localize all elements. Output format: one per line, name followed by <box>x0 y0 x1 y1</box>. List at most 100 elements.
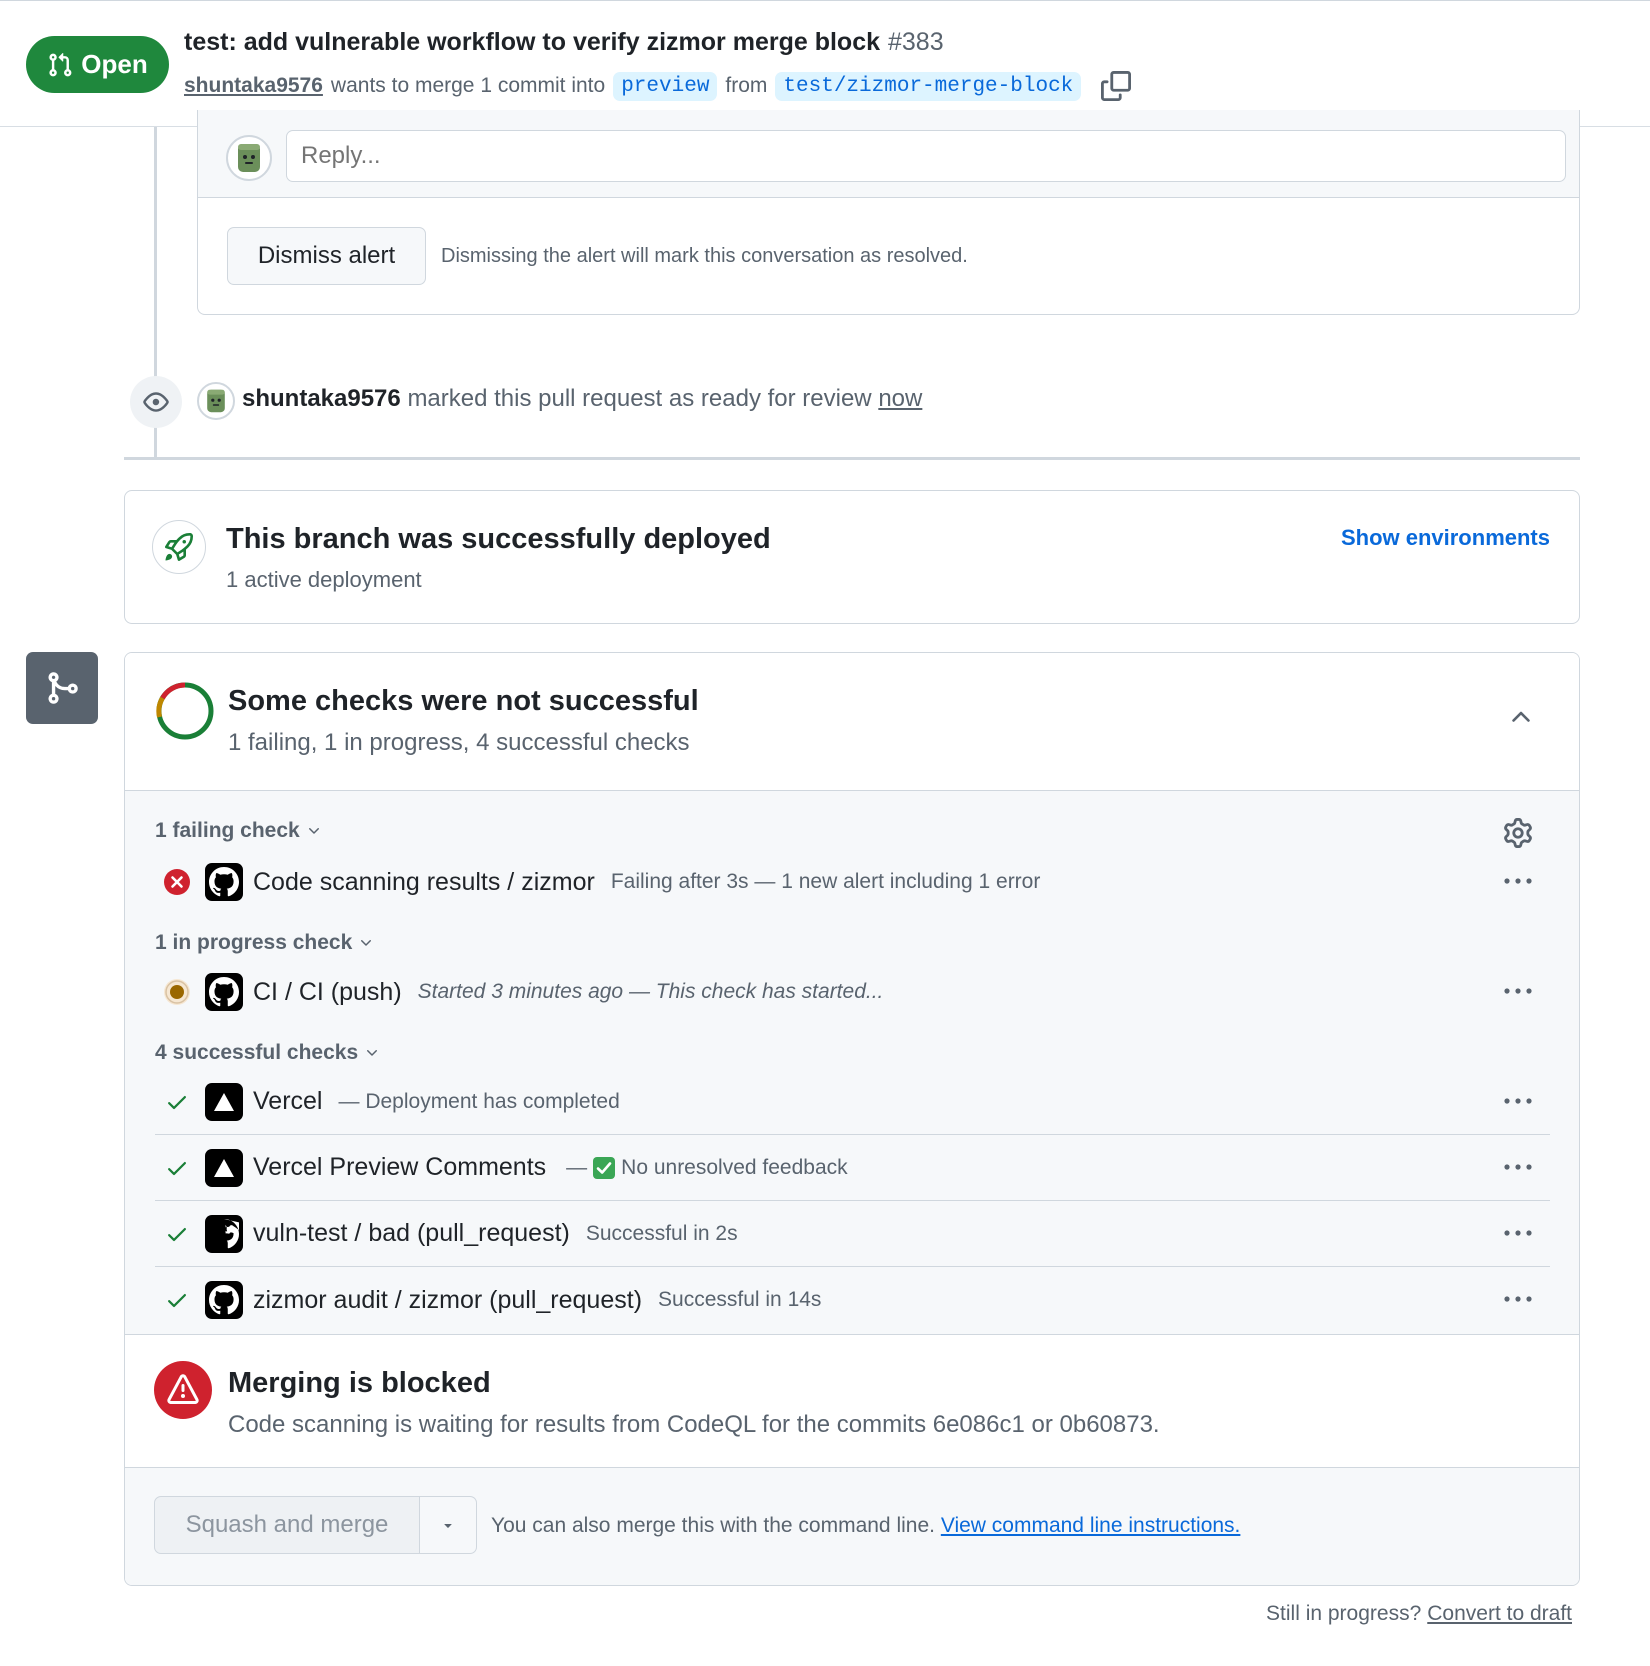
failing-checks-label: 1 failing check <box>155 819 300 842</box>
squash-and-merge-button[interactable]: Squash and merge <box>154 1496 420 1554</box>
pr-state-badge: Open <box>26 36 169 93</box>
dismiss-note: Dismissing the alert will mark this conv… <box>441 245 968 267</box>
merge-box: Some checks were not successful 1 failin… <box>124 652 1580 1586</box>
kebab-horizontal-icon[interactable] <box>1502 1289 1534 1309</box>
failing-checks-toggle[interactable]: 1 failing check <box>155 819 322 843</box>
rocket-icon <box>152 520 206 574</box>
avatar-mascot-icon <box>207 389 225 413</box>
kebab-horizontal-icon[interactable] <box>1502 981 1534 1001</box>
x-circle-fill-icon <box>163 868 191 896</box>
check-description: Successful in 14s <box>658 1288 822 1311</box>
checks-title: Some checks were not successful <box>228 685 699 717</box>
eye-icon <box>130 376 182 428</box>
base-branch[interactable]: preview <box>613 71 718 101</box>
kebab-horizontal-icon[interactable] <box>1502 1091 1534 1111</box>
kebab-horizontal-icon[interactable] <box>1502 1223 1534 1243</box>
kebab-horizontal-icon[interactable] <box>1502 1157 1534 1177</box>
in-progress-checks-toggle[interactable]: 1 in progress check <box>155 931 374 955</box>
check-row-code-scanning[interactable]: Code scanning results / zizmor Failing a… <box>155 849 1550 915</box>
from-text: from <box>725 74 768 97</box>
timeline-break <box>124 457 1580 460</box>
draft-prompt: Still in progress? <box>1266 1602 1422 1625</box>
convert-to-draft-link[interactable]: Convert to draft <box>1427 1602 1572 1625</box>
avatar[interactable] <box>197 382 235 420</box>
avatar <box>226 135 272 181</box>
check-description: Successful in 2s <box>585 1221 738 1245</box>
in-progress-checks-label: 1 in progress check <box>155 931 353 954</box>
command-line-hint: You can also merge this with the command… <box>491 1514 1240 1538</box>
deployment-subtitle: 1 active deployment <box>226 567 422 592</box>
chevron-down-icon <box>361 940 372 946</box>
merge-actions: Squash and merge You can also merge this… <box>125 1468 1579 1585</box>
check-description: — Deployment has completed <box>338 1089 620 1113</box>
check-name[interactable]: Vercel <box>253 1087 322 1116</box>
merge-method-dropdown[interactable] <box>420 1496 477 1554</box>
deployment-title: This branch was successfully deployed <box>226 523 771 555</box>
kebab-horizontal-icon[interactable] <box>1502 871 1534 891</box>
checks-status-ring-icon <box>156 682 214 740</box>
check-icon <box>163 1220 191 1248</box>
checks-list: 1 failing check Code scanning results / … <box>125 791 1579 1334</box>
event-actor[interactable]: shuntaka9576 <box>242 385 401 412</box>
alert-icon <box>154 1361 212 1419</box>
ready-for-review-event: shuntaka9576 marked this pull request as… <box>242 385 922 413</box>
check-description: Failing after 3s — 1 new alert including… <box>610 870 1041 893</box>
checks-summary: 1 failing, 1 in progress, 4 successful c… <box>228 729 690 756</box>
event-action: marked this pull request as ready for re… <box>407 385 872 412</box>
vercel-icon <box>205 1082 243 1121</box>
chevron-down-icon <box>308 828 319 834</box>
github-icon <box>205 863 243 901</box>
pr-header: Open test: add vulnerable workflow to ve… <box>0 0 1650 127</box>
git-merge-icon <box>26 652 98 724</box>
pr-merge-summary: shuntaka9576 wants to merge 1 commit int… <box>184 71 1132 101</box>
check-name[interactable]: Vercel Preview Comments <box>253 1153 546 1182</box>
convert-to-draft-row: Still in progress? Convert to draft <box>1266 1602 1572 1626</box>
copy-icon[interactable] <box>1101 71 1132 101</box>
check-description-prefix: — <box>566 1155 588 1179</box>
check-box-emoji-icon <box>593 1156 616 1179</box>
dot-fill-icon <box>163 978 191 1006</box>
merge-blocked-title: Merging is blocked <box>228 1367 491 1399</box>
successful-checks-toggle[interactable]: 4 successful checks <box>155 1041 380 1065</box>
dismiss-alert-button[interactable]: Dismiss alert <box>227 227 426 285</box>
check-name[interactable]: vuln-test / bad (pull_request) <box>253 1219 570 1248</box>
triangle-down-icon <box>444 1524 452 1528</box>
gear-icon[interactable] <box>1503 818 1533 848</box>
check-row-vuln-test[interactable]: vuln-test / bad (pull_request) Successfu… <box>155 1201 1550 1267</box>
checks-header[interactable]: Some checks were not successful 1 failin… <box>125 653 1579 791</box>
pr-title: test: add vulnerable workflow to verify … <box>184 28 944 57</box>
pr-number: #383 <box>888 28 944 56</box>
avatar-mascot-icon <box>238 144 260 172</box>
chevron-up-icon[interactable] <box>1507 703 1535 731</box>
reply-input[interactable] <box>286 130 1566 182</box>
check-row-vercel-preview-comments[interactable]: Vercel Preview Comments — No unresolved … <box>155 1135 1550 1201</box>
pr-author-link[interactable]: shuntaka9576 <box>184 74 323 98</box>
check-name[interactable]: zizmor audit / zizmor (pull_request) <box>253 1286 642 1315</box>
chevron-down-icon <box>367 1050 378 1056</box>
deployment-card: This branch was successfully deployed 1 … <box>124 490 1580 624</box>
check-name[interactable]: CI / CI (push) <box>253 978 402 1007</box>
pr-title-text: test: add vulnerable workflow to verify … <box>184 28 880 56</box>
github-icon <box>205 1281 243 1319</box>
view-command-line-instructions-link[interactable]: View command line instructions. <box>941 1514 1241 1537</box>
merge-blocked-section: Merging is blocked Code scanning is wait… <box>125 1334 1579 1468</box>
check-icon <box>163 1154 191 1182</box>
review-thread: Dismiss alert Dismissing the alert will … <box>197 110 1580 315</box>
github-icon <box>205 1214 243 1253</box>
check-row-vercel[interactable]: Vercel — Deployment has completed <box>155 1069 1550 1135</box>
check-name[interactable]: Code scanning results / zizmor <box>253 868 595 897</box>
reply-row <box>198 110 1579 198</box>
merge-text: wants to merge 1 commit into <box>330 74 606 97</box>
check-icon <box>163 1088 191 1116</box>
check-row-zizmor-audit[interactable]: zizmor audit / zizmor (pull_request) Suc… <box>155 1267 1550 1333</box>
check-icon <box>163 1286 191 1314</box>
head-branch[interactable]: test/zizmor-merge-block <box>775 71 1082 101</box>
cli-text: You can also merge this with the command… <box>491 1514 935 1537</box>
check-description: Started 3 minutes ago — This check has s… <box>417 980 884 1003</box>
check-description: No unresolved feedback <box>621 1155 848 1179</box>
git-pull-request-icon <box>49 52 72 76</box>
successful-checks-label: 4 successful checks <box>155 1041 359 1064</box>
show-environments-link[interactable]: Show environments <box>1341 525 1550 551</box>
check-row-ci[interactable]: CI / CI (push) Started 3 minutes ago — T… <box>155 959 1550 1025</box>
event-time[interactable]: now <box>878 385 922 412</box>
